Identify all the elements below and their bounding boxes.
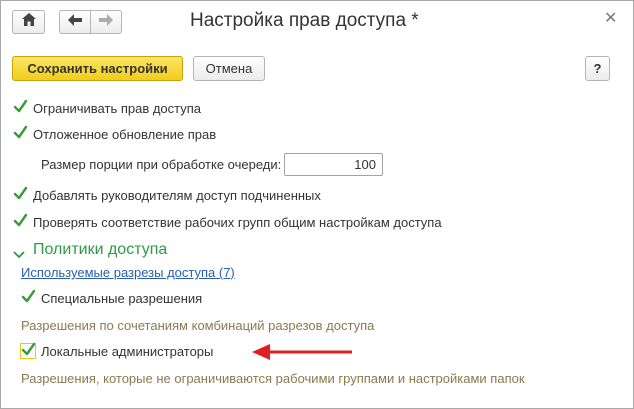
checkmark-icon	[13, 186, 28, 203]
help-button[interactable]: ?	[585, 56, 610, 81]
arrow-left-icon	[68, 13, 82, 31]
local-admins-checkbox[interactable]: Локальные администраторы	[20, 342, 214, 359]
arrow-right-icon	[99, 13, 113, 31]
deferred-update-label: Отложенное обновление прав	[33, 127, 217, 142]
red-arrow-icon	[252, 342, 356, 367]
deferred-update-checkbox[interactable]: Отложенное обновление прав	[13, 125, 217, 142]
back-button[interactable]	[59, 10, 91, 34]
checkmark-icon	[20, 342, 36, 359]
local-admins-label: Локальные администраторы	[41, 343, 214, 359]
close-icon[interactable]: ✕	[604, 8, 617, 28]
forward-button[interactable]	[90, 10, 122, 34]
checkmark-icon	[13, 213, 28, 230]
restrict-access-checkbox[interactable]: Ограничивать прав доступа	[13, 99, 202, 116]
check-workgroups-label: Проверять соответствие рабочих групп общ…	[33, 215, 442, 230]
batch-size-label: Размер порции при обработке очереди:	[41, 157, 282, 172]
checkmark-icon	[21, 289, 36, 306]
policies-section-title[interactable]: Политики доступа	[33, 241, 167, 259]
checkmark-icon	[13, 125, 28, 142]
window-title: Настройка прав доступа *	[190, 10, 419, 31]
checkmark-icon	[13, 99, 28, 116]
batch-size-input[interactable]: 100	[284, 153, 383, 176]
restrict-access-label: Ограничивать прав доступа	[33, 101, 202, 116]
local-admins-description: Разрешения, которые не ограничиваются ра…	[21, 371, 525, 386]
chevron-down-icon[interactable]	[13, 246, 25, 264]
home-icon	[21, 13, 36, 31]
special-permissions-checkbox[interactable]: Специальные разрешения	[21, 289, 203, 306]
home-button[interactable]	[12, 10, 45, 34]
check-workgroups-checkbox[interactable]: Проверять соответствие рабочих групп общ…	[13, 213, 442, 230]
special-permissions-label: Специальные разрешения	[41, 291, 203, 306]
special-permissions-description: Разрешения по сочетаниям комбинаций разр…	[21, 318, 375, 333]
save-settings-button[interactable]: Сохранить настройки	[12, 56, 183, 81]
cancel-button[interactable]: Отмена	[193, 56, 265, 81]
managers-access-checkbox[interactable]: Добавлять руководителям доступ подчиненн…	[13, 186, 321, 203]
access-sections-link[interactable]: Используемые разрезы доступа (7)	[21, 265, 235, 280]
managers-access-label: Добавлять руководителям доступ подчиненн…	[33, 188, 321, 203]
